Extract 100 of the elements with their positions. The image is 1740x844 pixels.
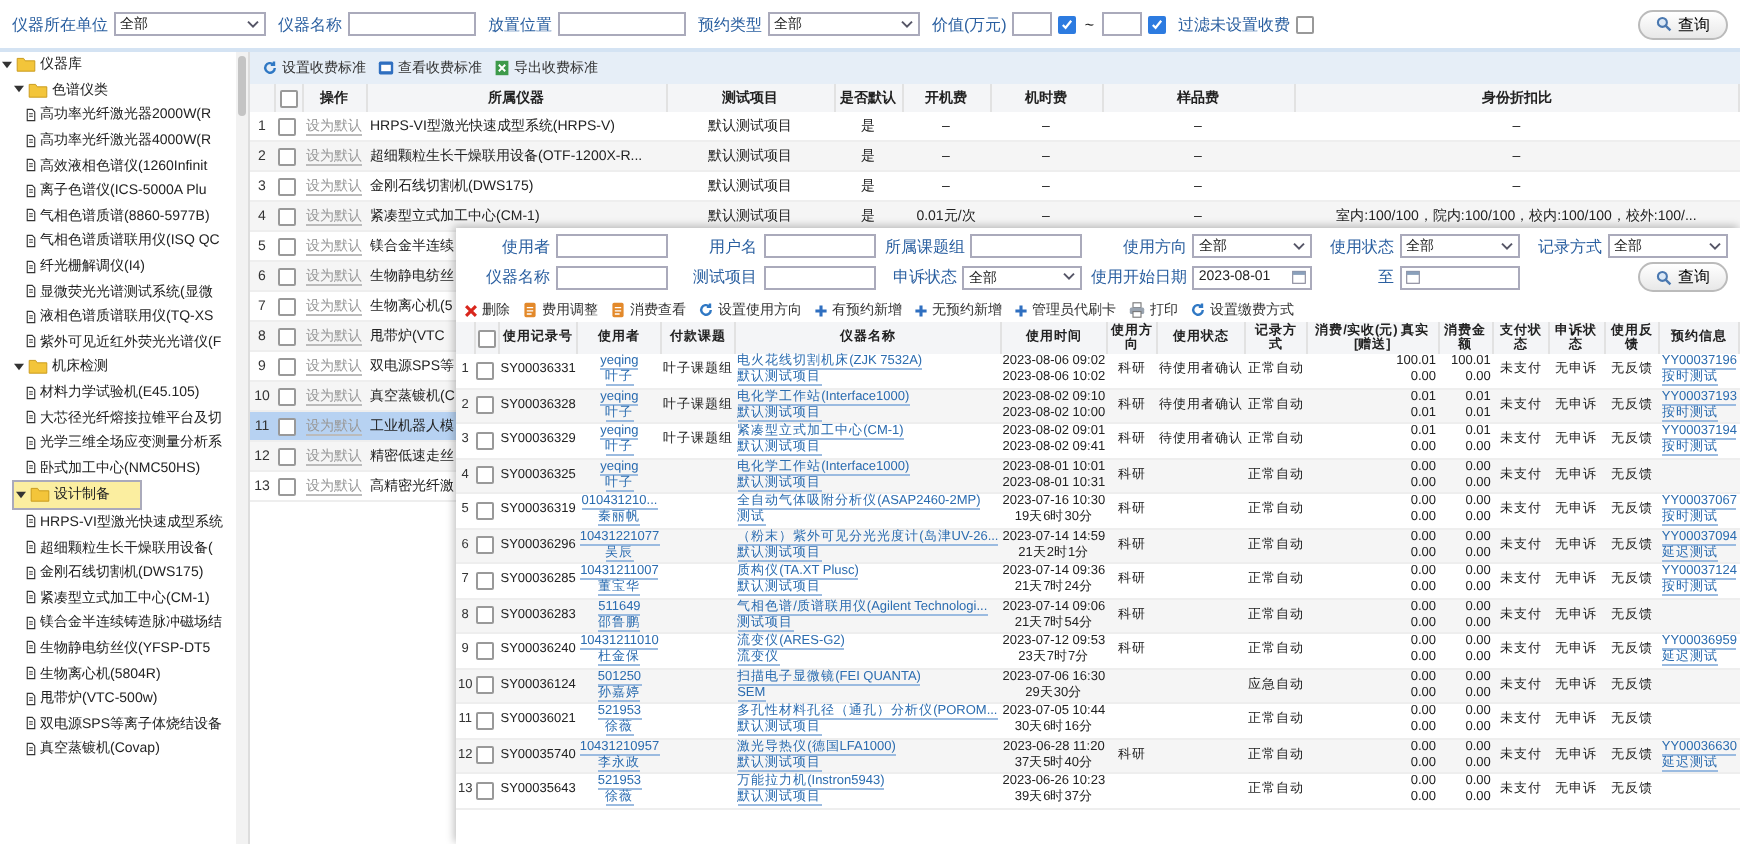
checkbox[interactable] [278, 297, 296, 315]
text-field[interactable] [348, 12, 476, 36]
search-button[interactable]: 查询 [1638, 262, 1728, 292]
window-icon [378, 60, 394, 76]
text-field[interactable] [763, 265, 876, 289]
file-icon [26, 565, 36, 580]
checkbox[interactable] [476, 396, 495, 415]
checkbox[interactable] [278, 267, 296, 285]
field-label: 测试项目 [693, 266, 758, 288]
field-label: 预约类型 [698, 13, 762, 35]
checkbox[interactable] [278, 417, 296, 435]
search-button[interactable]: 查询 [1638, 9, 1728, 39]
checkbox[interactable] [278, 147, 296, 165]
checkbox[interactable] [476, 606, 495, 625]
date-field[interactable] [1400, 265, 1521, 289]
file-icon [26, 460, 36, 475]
file-icon [26, 691, 36, 706]
calendar-icon [1292, 270, 1307, 284]
search-icon [1656, 16, 1672, 32]
file-icon [26, 615, 36, 630]
file-icon [26, 640, 36, 655]
file-icon [26, 233, 36, 248]
file-icon [26, 540, 36, 555]
checkbox[interactable] [476, 571, 495, 590]
caret-icon [1708, 241, 1722, 251]
plus-icon [1014, 303, 1028, 317]
field-label: 使用方向 [1122, 235, 1187, 257]
range-separator: ~ [1082, 15, 1096, 33]
field-label: 过滤未设置收费 [1178, 13, 1290, 35]
checkbox[interactable] [477, 329, 496, 347]
file-icon [26, 259, 36, 274]
text-field[interactable] [970, 234, 1083, 258]
plus-icon [914, 303, 928, 317]
text-field[interactable] [558, 12, 686, 36]
checkbox[interactable] [1058, 15, 1077, 33]
file-icon [26, 741, 36, 756]
checkbox[interactable] [278, 117, 296, 135]
file-icon [26, 410, 36, 425]
checkbox[interactable] [476, 361, 495, 380]
spreadsheet-icon [494, 60, 510, 76]
field-label: 仪器名称 [485, 266, 550, 288]
refresh-icon [698, 302, 714, 318]
checkbox[interactable] [278, 327, 296, 345]
checkbox[interactable] [476, 676, 495, 695]
field-label: 申诉状态 [892, 266, 957, 288]
checkbox[interactable] [476, 431, 495, 450]
text-field[interactable] [555, 265, 668, 289]
toggle-icon[interactable] [14, 84, 24, 95]
caret-icon [246, 19, 260, 29]
file-icon [26, 590, 36, 605]
text-field[interactable] [555, 234, 668, 258]
checkbox[interactable] [278, 237, 296, 255]
caret-icon [1500, 241, 1515, 251]
delete-icon [464, 303, 478, 317]
file-icon [26, 309, 36, 324]
checkbox[interactable] [476, 501, 495, 520]
checkbox[interactable] [1296, 15, 1314, 33]
checkbox[interactable] [1148, 15, 1166, 33]
toggle-icon[interactable] [16, 489, 26, 500]
checkbox[interactable] [476, 711, 495, 730]
field-label: 所属课题组 [884, 235, 965, 257]
checkbox[interactable] [279, 89, 297, 107]
document-icon [522, 302, 538, 318]
checkbox[interactable] [278, 387, 296, 405]
folder-icon [28, 358, 48, 375]
toggle-icon[interactable] [14, 361, 24, 372]
caret-icon [900, 19, 914, 29]
file-icon [26, 133, 36, 148]
printer-icon [1128, 302, 1146, 318]
file-icon [26, 514, 36, 529]
file-icon [26, 716, 36, 731]
field-label: 放置位置 [488, 13, 552, 35]
checkbox[interactable] [476, 641, 495, 660]
field-label: 至 [1378, 266, 1395, 288]
file-icon [26, 107, 36, 122]
checkbox[interactable] [278, 447, 296, 465]
text-field[interactable] [1102, 12, 1142, 36]
field-label: 使用者 [501, 235, 550, 257]
field-label: 仪器名称 [278, 13, 342, 35]
text-field[interactable] [763, 234, 876, 258]
caret-icon [1292, 241, 1307, 251]
checkbox[interactable] [278, 177, 296, 195]
checkbox[interactable] [476, 466, 495, 485]
search-icon [1656, 269, 1672, 285]
field-label: 用户名 [709, 235, 758, 257]
file-icon [26, 666, 36, 681]
document-icon [610, 302, 626, 318]
checkbox[interactable] [476, 781, 495, 800]
text-field[interactable] [1012, 12, 1053, 36]
file-icon [26, 183, 36, 198]
checkbox[interactable] [278, 207, 296, 225]
plus-icon [814, 303, 828, 317]
file-icon [26, 435, 36, 450]
checkbox[interactable] [476, 536, 495, 555]
checkbox[interactable] [278, 357, 296, 375]
field-label: 使用状态 [1330, 235, 1395, 257]
scrollbar-thumb[interactable] [238, 56, 246, 116]
checkbox[interactable] [476, 746, 495, 765]
toggle-icon[interactable] [2, 59, 12, 70]
checkbox[interactable] [278, 477, 296, 495]
